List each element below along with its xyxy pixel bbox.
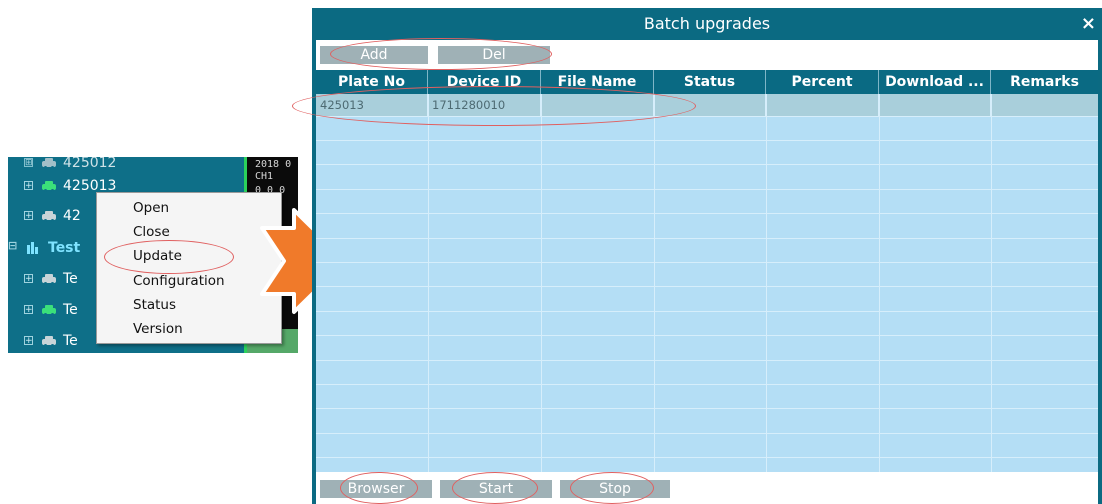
table-row-empty [316,435,1098,459]
vehicle-icon [42,210,56,222]
cell-percent [766,94,879,117]
table-row-empty [316,142,1098,166]
table-row-empty [316,216,1098,239]
table-row-empty [316,386,1098,410]
column-header[interactable]: Remarks [991,70,1098,94]
tree-expand-icon[interactable]: + [24,336,33,346]
table-row-empty [316,338,1098,361]
column-header[interactable]: Percent [766,70,879,94]
table-row-empty [316,460,1098,472]
close-icon[interactable]: × [1081,14,1096,34]
tree-expand-icon[interactable]: ⊞ [24,158,33,168]
grid-line [541,94,542,472]
video-overlay-text: CH1 [255,171,274,182]
vehicle-icon [42,157,56,169]
vehicle-icon [42,335,56,347]
group-icon [27,241,38,254]
cell-remarks [991,94,1098,117]
tree-expand-icon[interactable]: + [24,305,33,315]
table-row-empty [316,289,1098,312]
grid-line [766,94,767,472]
tree-row-label: Te [63,332,78,349]
highlight-oval [292,86,696,126]
menu-item-configuration[interactable]: Configuration [133,271,225,291]
table-row-empty [316,264,1098,288]
tree-row-label: 42 [63,207,81,224]
grid-line [654,94,655,472]
tree-row-partial[interactable]: ⊞ 425012 [8,157,244,174]
menu-item-version[interactable]: Version [133,319,183,339]
tree-expand-icon[interactable]: + [24,211,33,221]
menu-item-open[interactable]: Open [133,198,169,218]
grid-line [991,94,992,472]
upgrade-table: Plate No Device ID File Name Status Perc… [316,70,1098,472]
highlight-oval [104,240,234,274]
column-header[interactable]: Status [654,70,766,94]
column-header[interactable]: Download ... [879,70,991,94]
grid-line [879,94,880,472]
tree-row-label: Te [63,270,78,287]
tree-row-label: Test [48,239,81,256]
tree-row-label: Te [63,301,78,318]
tree-expand-icon[interactable]: + [24,181,33,191]
highlight-oval [452,472,538,504]
menu-item-close[interactable]: Close [133,222,170,242]
tree-collapse-icon[interactable]: ⊟ [8,239,17,252]
vehicle-icon [42,273,56,285]
video-overlay-text: 2018 0 [255,159,292,170]
dialog-title: Batch upgrades [643,14,771,33]
table-row-empty [316,411,1098,434]
vehicle-icon [42,180,56,192]
tree-row-label: 425012 [63,157,117,171]
table-row-empty [316,191,1098,215]
tree-expand-icon[interactable]: + [24,274,33,284]
cell-download [879,94,991,117]
highlight-oval [340,472,418,504]
highlight-oval [570,472,654,504]
table-row-empty [316,167,1098,190]
vehicle-icon [42,304,56,316]
table-row-empty [316,240,1098,263]
grid-line [428,94,429,472]
dialog-footer: Browser Start Stop [316,472,1098,504]
table-row-empty [316,313,1098,337]
table-row-empty [316,362,1098,385]
highlight-oval [330,38,552,70]
menu-item-status[interactable]: Status [133,295,176,315]
batch-upgrades-dialog: Batch upgrades × Add Del Plate No Device… [312,8,1102,504]
